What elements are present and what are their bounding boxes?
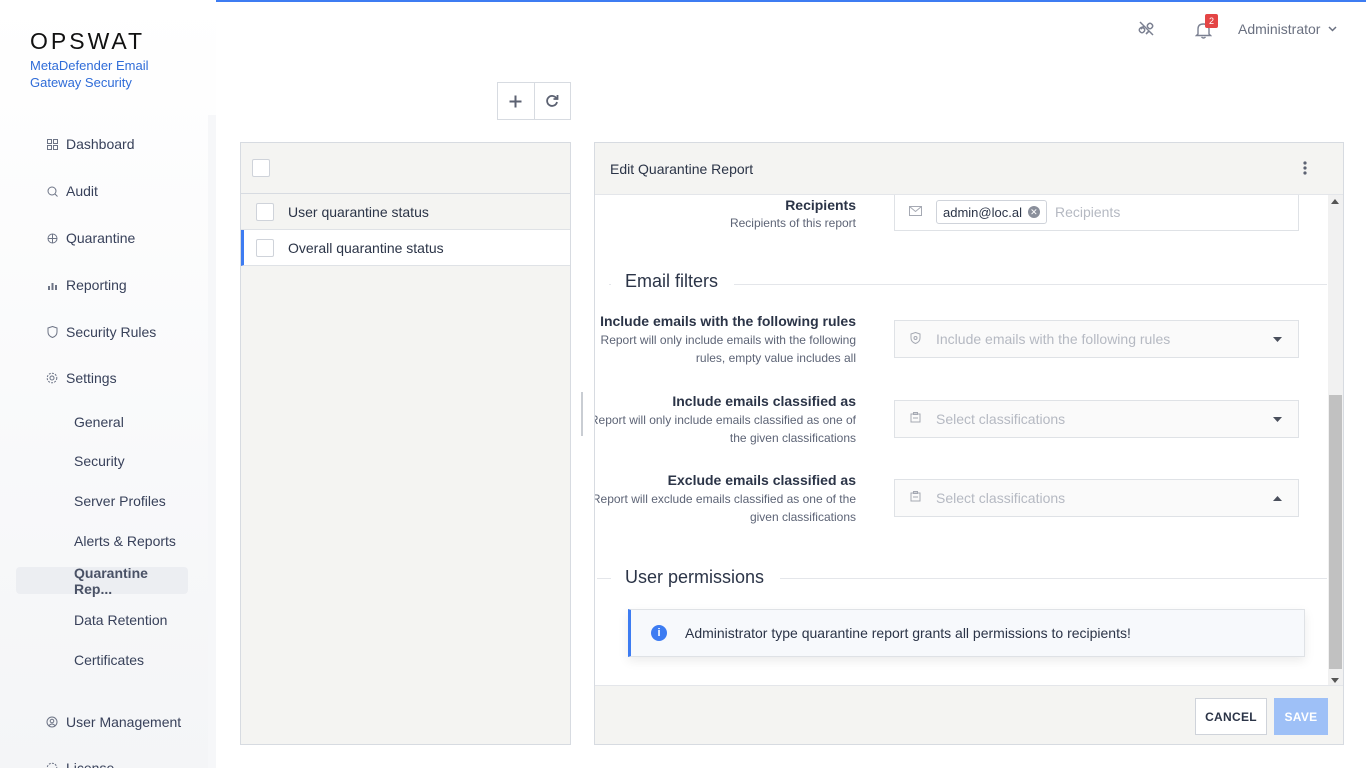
chart-icon bbox=[46, 279, 58, 291]
include-rules-help: Report will only include emails with the… bbox=[600, 333, 856, 365]
sidebar-subitem-certificates[interactable]: Certificates bbox=[74, 648, 144, 672]
email-filters-heading: Email filters bbox=[611, 271, 735, 292]
list-item[interactable]: Overall quarantine status bbox=[241, 230, 570, 266]
scroll-down-icon[interactable] bbox=[1331, 676, 1339, 685]
sidebar-subitem-data-retention[interactable]: Data Retention bbox=[74, 608, 167, 632]
sidebar-item-label: License bbox=[66, 760, 115, 768]
edit-panel-header: Edit Quarantine Report bbox=[595, 143, 1343, 195]
user-menu[interactable]: Administrator bbox=[1238, 21, 1337, 37]
disconnect-icon[interactable] bbox=[1138, 20, 1155, 42]
edit-form: Recipients Recipients of this report adm… bbox=[595, 195, 1328, 685]
sidebar-item-label: Reporting bbox=[66, 277, 127, 293]
add-button[interactable] bbox=[498, 83, 534, 119]
remove-chip-icon[interactable]: ✕ bbox=[1027, 206, 1040, 218]
shield-icon bbox=[46, 326, 58, 338]
list-header bbox=[241, 143, 570, 194]
panel-resize-handle[interactable] bbox=[581, 392, 583, 436]
include-classified-placeholder: Select classifications bbox=[936, 411, 1066, 427]
list-item-label: Overall quarantine status bbox=[288, 239, 444, 256]
include-classified-label: Include emails classified as bbox=[672, 393, 856, 409]
tag-icon bbox=[908, 491, 922, 505]
include-classified-select[interactable]: Select classifications bbox=[894, 400, 1299, 438]
audit-icon bbox=[46, 185, 58, 197]
sidebar-item-label: Security Rules bbox=[66, 324, 157, 340]
sidebar-subitem-security[interactable]: Security bbox=[74, 449, 125, 473]
recipient-chip-label: admin@loc.al bbox=[943, 204, 1022, 220]
sidebar-item-user-management[interactable]: User Management bbox=[46, 710, 181, 734]
caret-down-icon bbox=[1273, 414, 1282, 425]
recipient-chip[interactable]: admin@loc.al ✕ bbox=[936, 200, 1047, 224]
row-checkbox[interactable] bbox=[256, 238, 274, 257]
exclude-classified-select[interactable]: Select classifications bbox=[894, 479, 1299, 517]
sidebar-item-security-rules[interactable]: Security Rules bbox=[46, 320, 156, 344]
notification-badge: 2 bbox=[1205, 14, 1218, 28]
sidebar-item-label: Dashboard bbox=[66, 136, 135, 152]
row-checkbox[interactable] bbox=[256, 202, 274, 221]
info-icon: i bbox=[651, 625, 667, 641]
sidebar-edge bbox=[208, 115, 216, 768]
exclude-classified-label: Exclude emails classified as bbox=[667, 472, 856, 488]
scrollbar-thumb[interactable] bbox=[1329, 395, 1342, 669]
caret-up-icon bbox=[1273, 493, 1282, 504]
license-icon bbox=[46, 762, 58, 768]
sidebar-item-quarantine[interactable]: Quarantine bbox=[46, 226, 135, 250]
include-classified-help: Report will only include emails classifi… bbox=[595, 413, 856, 445]
sidebar-item-settings[interactable]: Settings bbox=[46, 366, 117, 390]
recipients-help: Recipients of this report bbox=[729, 216, 856, 230]
sidebar-item-label: Settings bbox=[66, 370, 117, 386]
dashboard-icon bbox=[46, 138, 58, 150]
edit-panel: Edit Quarantine Report Recipients Recipi… bbox=[594, 142, 1344, 745]
sidebar-subitem-quarantine-reports[interactable]: Quarantine Rep... bbox=[16, 565, 188, 597]
sidebar-subitem-general[interactable]: General bbox=[74, 410, 124, 434]
report-list: User quarantine status Overall quarantin… bbox=[240, 142, 571, 745]
product-name: MetaDefender Email Gateway Security bbox=[30, 58, 149, 90]
refresh-button[interactable] bbox=[533, 83, 570, 119]
sidebar-subitem-server-profiles[interactable]: Server Profiles bbox=[74, 489, 166, 513]
tag-icon bbox=[908, 412, 922, 426]
refresh-icon bbox=[546, 95, 559, 107]
list-toolbar bbox=[497, 82, 571, 120]
include-rules-select[interactable]: Include emails with the following rules bbox=[894, 320, 1299, 358]
sidebar-item-dashboard[interactable]: Dashboard bbox=[46, 132, 135, 156]
exclude-classified-help: Report will exclude emails classified as… bbox=[595, 492, 856, 524]
envelope-icon bbox=[908, 205, 922, 219]
sidebar-item-label: Quarantine bbox=[66, 230, 136, 246]
exclude-classified-placeholder: Select classifications bbox=[936, 490, 1066, 506]
sidebar-item-audit[interactable]: Audit bbox=[46, 179, 98, 203]
sidebar-item-label: Audit bbox=[66, 183, 98, 199]
edit-panel-title: Edit Quarantine Report bbox=[610, 160, 754, 177]
save-button[interactable]: SAVE bbox=[1274, 698, 1328, 735]
scrollbar[interactable] bbox=[1328, 195, 1343, 685]
shield-icon bbox=[908, 331, 922, 347]
opswat-logo: OPSWAT bbox=[30, 28, 146, 54]
caret-down-icon bbox=[1273, 334, 1282, 345]
top-accent-line bbox=[32, 0, 1366, 2]
info-alert: i Administrator type quarantine report g… bbox=[628, 609, 1305, 657]
sidebar-item-reporting[interactable]: Reporting bbox=[46, 273, 127, 297]
sidebar-item-label: User Management bbox=[66, 714, 182, 730]
list-item-label: User quarantine status bbox=[288, 203, 429, 220]
chevron-down-icon bbox=[1328, 24, 1337, 35]
recipients-placeholder: Recipients bbox=[1054, 204, 1121, 220]
more-options-icon[interactable] bbox=[1303, 159, 1307, 180]
plus-icon bbox=[509, 95, 522, 107]
user-name: Administrator bbox=[1238, 21, 1321, 37]
user-icon bbox=[46, 716, 58, 728]
user-permissions-heading: User permissions bbox=[611, 567, 781, 588]
include-rules-placeholder: Include emails with the following rules bbox=[936, 331, 1171, 347]
quarantine-icon bbox=[46, 232, 58, 244]
edit-panel-footer: CANCEL SAVE bbox=[595, 685, 1343, 744]
scroll-up-icon[interactable] bbox=[1331, 197, 1339, 206]
include-rules-label: Include emails with the following rules bbox=[600, 313, 856, 329]
select-all-checkbox[interactable] bbox=[252, 159, 270, 177]
cancel-button[interactable]: CANCEL bbox=[1195, 698, 1267, 735]
info-message: Administrator type quarantine report gra… bbox=[685, 625, 1131, 641]
sidebar-subitem-alerts-reports[interactable]: Alerts & Reports bbox=[74, 529, 176, 553]
list-item[interactable]: User quarantine status bbox=[241, 194, 570, 230]
recipients-label: Recipients bbox=[785, 197, 856, 213]
sidebar-item-license[interactable]: License bbox=[46, 756, 114, 768]
recipients-field[interactable]: admin@loc.al ✕ Recipients bbox=[894, 195, 1299, 231]
gear-icon bbox=[46, 372, 58, 384]
